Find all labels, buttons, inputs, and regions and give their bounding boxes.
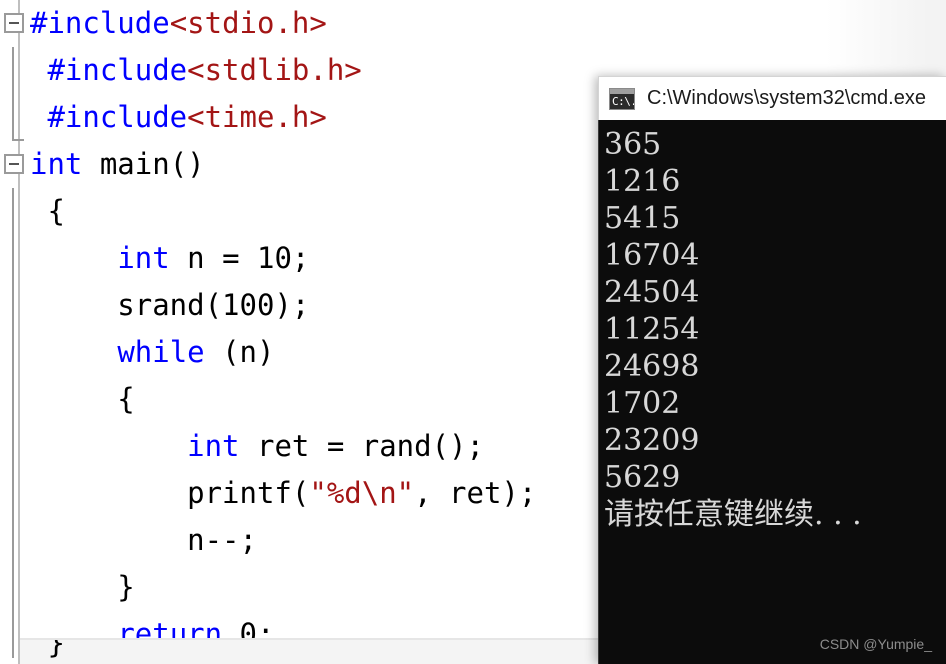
- code-line[interactable]: {: [0, 376, 640, 423]
- code-line[interactable]: while (n): [0, 329, 640, 376]
- console-output-area[interactable]: 365 1216 5415 16704 24504 11254 24698 1702 23209…: [598, 120, 946, 664]
- code-line-text: }: [30, 564, 135, 611]
- code-token: {: [30, 382, 135, 416]
- fold-guide-line: [12, 423, 14, 470]
- code-line-text: printf("%d\n", ret);: [30, 470, 536, 517]
- code-token: printf(: [30, 476, 310, 510]
- code-line-text: srand(100);: [30, 282, 309, 329]
- code-line-text: int main(): [30, 141, 205, 188]
- code-line[interactable]: n--;: [0, 517, 640, 564]
- code-line[interactable]: int n = 10;: [0, 235, 640, 282]
- code-token: #include: [30, 6, 170, 40]
- code-line-text: int ret = rand();: [30, 423, 484, 470]
- code-line-text: #include<stdlib.h>: [30, 47, 362, 94]
- fold-guide-line: [12, 282, 14, 329]
- console-output-line: 5629: [604, 460, 681, 495]
- fold-guide-line: [12, 188, 14, 235]
- fold-collapse-icon[interactable]: [4, 13, 24, 33]
- console-output-line: 请按任意键继续. . .: [604, 497, 862, 532]
- code-line[interactable]: srand(100);: [0, 282, 640, 329]
- code-line[interactable]: int main(): [0, 141, 640, 188]
- fold-guide-line: [12, 47, 14, 94]
- screenshot-root: #include<stdio.h> #include<stdlib.h> #in…: [0, 0, 946, 664]
- code-token: <stdlib.h>: [187, 53, 362, 87]
- fold-guide-line: [12, 611, 14, 658]
- code-line[interactable]: }: [0, 564, 640, 611]
- code-line-text: {: [30, 188, 65, 235]
- fold-collapse-icon[interactable]: [4, 154, 24, 174]
- console-window[interactable]: C:\. C:\Windows\system32\cmd.exe 365 1216…: [598, 76, 946, 664]
- fold-guide-line: [12, 235, 14, 282]
- code-token: <stdio.h>: [169, 6, 327, 40]
- code-line-text: n--;: [30, 517, 257, 564]
- code-token: srand(100);: [30, 288, 310, 322]
- code-line[interactable]: #include<time.h>: [0, 94, 640, 141]
- code-line[interactable]: #include<stdlib.h>: [0, 47, 640, 94]
- code-line[interactable]: #include<stdio.h>: [0, 0, 640, 47]
- console-output-line: 16704: [604, 238, 700, 273]
- console-output-line: 1702: [604, 386, 681, 421]
- console-output-line: 11254: [604, 312, 700, 347]
- code-token: int: [117, 241, 170, 275]
- code-line[interactable]: printf("%d\n", ret);: [0, 470, 640, 517]
- console-output-line: 1216: [604, 164, 681, 199]
- cmd-icon: C:\.: [609, 87, 635, 110]
- code-line[interactable]: int ret = rand();: [0, 423, 640, 470]
- code-token: while: [117, 335, 205, 369]
- code-token: "%d\n": [309, 476, 415, 510]
- console-output-line: 5415: [604, 201, 681, 236]
- watermark-text: CSDN @Yumpie_: [819, 636, 932, 652]
- code-token: (n): [204, 335, 275, 369]
- fold-guide-line: [12, 329, 14, 376]
- console-titlebar[interactable]: C:\. C:\Windows\system32\cmd.exe: [598, 76, 946, 120]
- console-output-line: 23209: [604, 423, 700, 458]
- code-token: int: [30, 147, 83, 181]
- fold-guide-line: [12, 517, 14, 564]
- fold-guide-line: [12, 376, 14, 423]
- code-token: main(): [82, 147, 205, 181]
- fold-guide-line: [12, 470, 14, 517]
- fold-guide-line: [12, 94, 24, 141]
- code-token: <time.h>: [187, 100, 327, 134]
- code-token: }: [30, 570, 135, 604]
- code-token: #include: [30, 53, 188, 87]
- code-token: n--;: [30, 523, 257, 557]
- console-window-title: C:\Windows\system32\cmd.exe: [647, 87, 926, 109]
- code-line-text: int n = 10;: [30, 235, 309, 282]
- code-lines[interactable]: #include<stdio.h> #include<stdlib.h> #in…: [0, 0, 640, 658]
- console-output-line: 24698: [604, 349, 700, 384]
- code-token: {: [30, 194, 65, 228]
- console-output-line: 24504: [604, 275, 700, 310]
- code-line-text: {: [30, 376, 135, 423]
- code-line[interactable]: {: [0, 188, 640, 235]
- code-token: ret = rand();: [239, 429, 484, 463]
- code-line-text: while (n): [30, 329, 274, 376]
- code-token: int: [187, 429, 240, 463]
- console-output-line: 365: [604, 127, 662, 162]
- code-token: #include: [30, 100, 188, 134]
- code-token: , ret);: [414, 476, 537, 510]
- code-token: n = 10;: [169, 241, 310, 275]
- fold-guide-line: [12, 564, 14, 611]
- code-line-text: #include<stdio.h>: [30, 0, 327, 47]
- cmd-icon-prompt-text: C:\.: [612, 94, 635, 108]
- bottom-partial-line-text: }: [30, 638, 65, 660]
- code-line-text: #include<time.h>: [30, 94, 327, 141]
